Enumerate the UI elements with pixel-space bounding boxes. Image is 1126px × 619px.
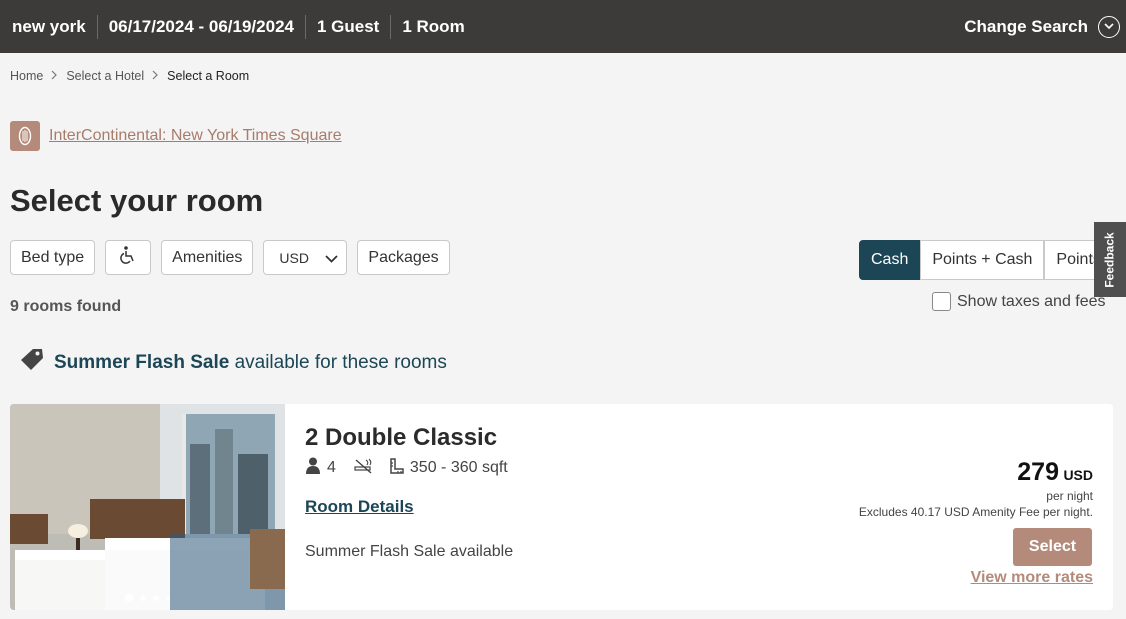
amenities-filter[interactable]: Amenities [161,240,254,275]
carousel-dot[interactable] [166,596,170,600]
show-taxes-toggle[interactable]: Show taxes and fees [932,292,1106,311]
carousel-dot[interactable] [140,595,146,601]
accessibility-filter[interactable] [105,240,152,275]
room-guests: 4 [327,459,336,476]
search-guests[interactable]: 1 Guest [306,14,392,39]
room-photo [10,404,285,610]
search-dates[interactable]: 06/17/2024 - 06/19/2024 [98,14,306,39]
room-features: 4 350 - 360 sqft [305,457,525,479]
room-sale-note: Summer Flash Sale available [305,543,514,560]
carousel-dots [10,594,285,602]
promo-banner: Summer Flash Sale available for these ro… [20,348,447,378]
chevron-right-icon [51,69,58,83]
packages-filter[interactable]: Packages [357,240,450,275]
promo-suffix: available for these rooms [234,352,447,373]
payment-option-cash[interactable]: Cash [859,240,921,280]
room-price: 279 [1017,458,1059,486]
chevron-right-icon [152,69,159,83]
feedback-tab[interactable]: Feedback [1094,222,1126,297]
carousel-dot[interactable] [153,595,159,601]
room-photo-carousel[interactable] [10,404,285,610]
page-title: Select your room [10,183,264,218]
breadcrumb-current: Select a Room [167,69,250,83]
tag-icon [20,348,44,378]
room-occupancy: 4 [305,457,336,479]
carousel-dot[interactable] [125,594,133,602]
room-smoking [353,458,373,479]
currency-select-value: USD [279,249,309,266]
price-per-night-label: per night [1046,489,1093,503]
payment-type-toggle: Cash Points + Cash Points [859,240,1097,280]
select-room-button[interactable]: Select [1013,528,1092,566]
show-taxes-label: Show taxes and fees [957,292,1106,310]
room-card: 2 Double Classic 4 350 - 360 sqft Room D… [10,404,1113,610]
payment-option-points-cash[interactable]: Points + Cash [920,240,1045,280]
show-taxes-checkbox[interactable] [932,292,951,311]
view-more-rates-link[interactable]: View more rates [971,569,1093,587]
no-smoking-icon [353,458,373,479]
change-search-label: Change Search [964,16,1088,36]
room-size-value: 350 - 360 sqft [409,459,508,476]
change-search-button[interactable]: Change Search [964,15,1126,38]
hotel-header: InterContinental: New York Times Square [10,121,342,151]
breadcrumb-home[interactable]: Home [10,69,43,83]
wheelchair-icon [118,245,138,270]
promo-name: Summer Flash Sale [54,352,230,373]
person-icon [305,457,321,479]
hotel-name-link[interactable]: InterContinental: New York Times Square [49,127,342,145]
search-rooms[interactable]: 1 Room [391,15,475,39]
room-price-block: 279 USD per night Excludes 40.17 USD Ame… [859,458,1093,519]
room-details-link[interactable]: Room Details [305,497,414,517]
amenity-fee-note: Excludes 40.17 USD Amenity Fee per night… [858,505,1093,519]
chevron-down-icon [325,250,339,266]
room-name: 2 Double Classic [305,424,498,451]
search-location[interactable]: new york [0,14,98,39]
room-filters: Bed type Amenities USD Packages [10,240,450,275]
feedback-label: Feedback [1103,231,1118,288]
room-price-currency: USD [1063,467,1093,483]
payment-option-points[interactable]: Points [1044,240,1097,280]
chevron-down-icon [1098,15,1120,38]
bed-type-filter[interactable]: Bed type [10,240,96,275]
hotel-brand-logo [10,121,40,151]
room-size: 350 - 360 sqft [390,457,508,479]
rooms-found-count: 9 rooms found [10,298,122,315]
ruler-icon [390,457,404,479]
currency-select[interactable]: USD [263,240,348,275]
breadcrumb: Home Select a Hotel Select a Room [10,69,249,83]
breadcrumb-select-hotel[interactable]: Select a Hotel [66,69,144,83]
search-summary-bar: new york 06/17/2024 - 06/19/2024 1 Guest… [0,0,1126,53]
